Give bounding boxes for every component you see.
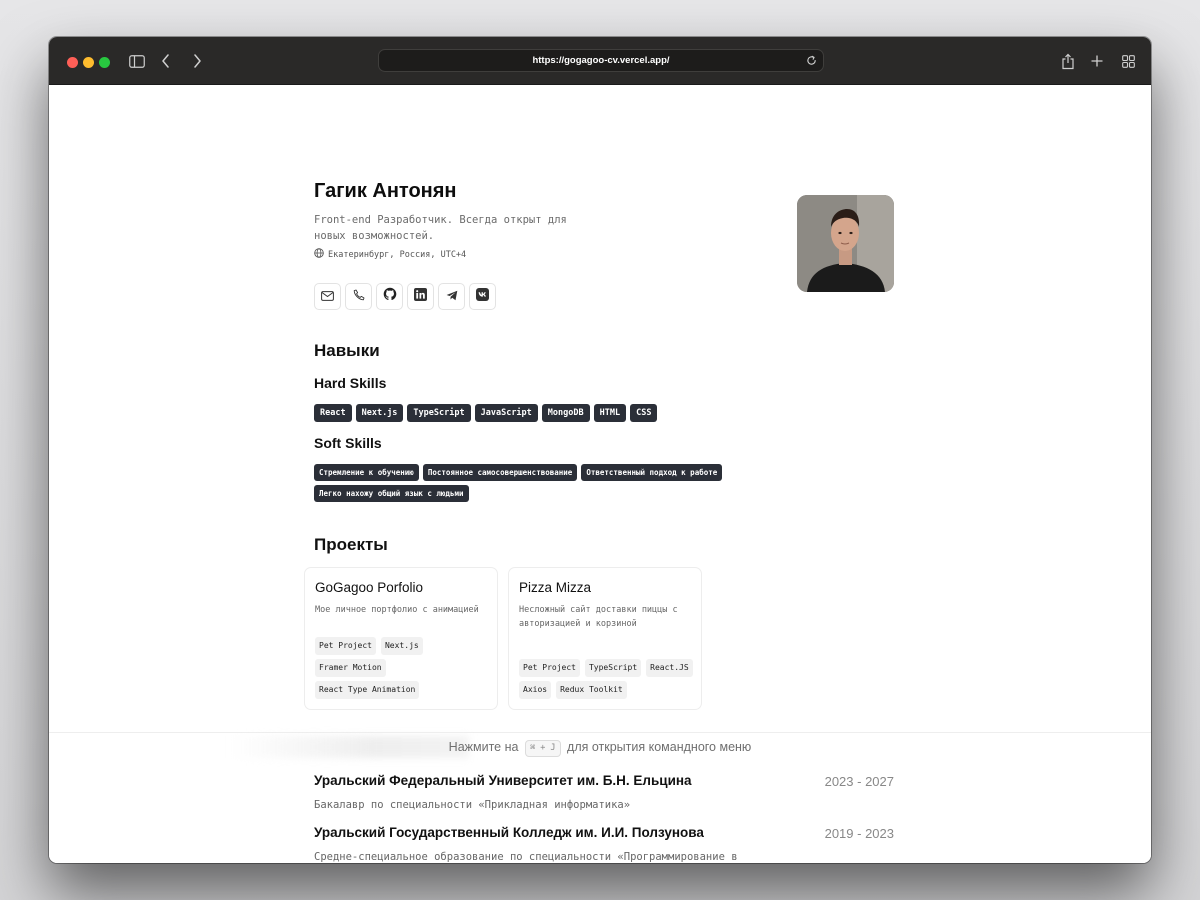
education-years: 2019 - 2023 xyxy=(824,826,894,841)
skill-badge: JavaScript xyxy=(474,404,538,422)
browser-toolbar: https://gogagoo-cv.vercel.app/ xyxy=(49,37,1151,85)
command-hint-before: Нажмите на xyxy=(448,740,519,754)
education-years: 2023 - 2027 xyxy=(824,774,894,789)
hard-skills-heading: Hard Skills xyxy=(314,375,387,391)
projects-heading: Проекты xyxy=(314,535,388,554)
profile-name: Гагик Антонян xyxy=(314,180,457,202)
skill-badge: React xyxy=(314,404,352,422)
project-tags: Pet Project TypeScript React.JS Axios Re… xyxy=(519,659,697,699)
project-tag: React.JS xyxy=(646,659,693,677)
minimize-window-button[interactable] xyxy=(83,57,94,68)
soft-skills-list: Стремление к обучению Постоянное самосов… xyxy=(314,464,874,502)
contact-links xyxy=(314,283,496,310)
web-page: Гагик Антонян Front-end Разработчик. Все… xyxy=(49,85,1151,863)
project-title: Pizza Mizza xyxy=(519,580,592,595)
skill-badge: Next.js xyxy=(355,404,404,422)
sidebar-toggle-icon[interactable] xyxy=(127,51,147,71)
new-tab-icon[interactable] xyxy=(1087,51,1107,71)
address-bar[interactable]: https://gogagoo-cv.vercel.app/ xyxy=(378,49,824,72)
profile-about: Front-end Разработчик. Всегда открыт для… xyxy=(314,214,567,242)
location-text: Екатеринбург, Россия, UTC+4 xyxy=(328,249,467,260)
zoom-window-button[interactable] xyxy=(99,57,110,68)
github-icon xyxy=(383,287,397,306)
project-description: Мое личное портфолио с анимацией xyxy=(315,605,479,615)
skill-badge: Постоянное самосовершенствование xyxy=(422,464,578,481)
skill-badge: TypeScript xyxy=(407,404,471,422)
project-tag: Pet Project xyxy=(519,659,580,677)
back-icon[interactable] xyxy=(156,51,176,71)
tab-overview-icon[interactable] xyxy=(1118,51,1138,71)
project-tag: TypeScript xyxy=(584,659,642,677)
avatar xyxy=(797,195,894,292)
vk-button[interactable] xyxy=(469,283,496,310)
skill-badge: HTML xyxy=(593,404,627,422)
skill-badge: Стремление к обучению xyxy=(314,464,419,481)
browser-window: https://gogagoo-cv.vercel.app/ Гагик Ант… xyxy=(49,37,1151,863)
globe-icon xyxy=(314,248,324,261)
email-button[interactable] xyxy=(314,283,341,310)
project-tag: Axios xyxy=(519,681,552,699)
education-description: Бакалавр по специальности «Прикладная ин… xyxy=(314,799,631,811)
project-tag: Redux Toolkit xyxy=(556,681,627,699)
reload-icon[interactable] xyxy=(803,52,819,68)
hard-skills-list: React Next.js TypeScript JavaScript Mong… xyxy=(314,404,874,422)
mail-icon xyxy=(321,288,334,306)
project-card[interactable]: GoGagoo Porfolio Мое личное портфолио с … xyxy=(304,567,498,710)
forward-icon[interactable] xyxy=(187,51,207,71)
project-tag: Next.js xyxy=(380,637,423,655)
phone-icon xyxy=(353,288,365,306)
phone-button[interactable] xyxy=(345,283,372,310)
skill-badge: Легко нахожу общий язык с людьми xyxy=(314,485,469,502)
skill-badge: CSS xyxy=(630,404,658,422)
linkedin-icon xyxy=(414,287,427,306)
close-window-button[interactable] xyxy=(67,57,78,68)
project-tag: React Type Animation xyxy=(315,681,420,699)
skills-heading: Навыки xyxy=(314,341,380,360)
education-title: Уральский Государственный Колледж им. И.… xyxy=(314,825,704,840)
command-menu-hint[interactable]: Нажмите на ⌘ + J для открытия командного… xyxy=(49,732,1151,760)
education-description: Средне-специальное образование по специа… xyxy=(314,851,738,863)
skill-badge: Ответственный подход к работе xyxy=(581,464,723,481)
command-hint-after: для открытия командного меню xyxy=(567,740,752,754)
share-icon[interactable] xyxy=(1058,51,1078,71)
telegram-button[interactable] xyxy=(438,283,465,310)
project-tags: Pet Project Next.js Framer Motion React … xyxy=(315,637,493,699)
project-description: Несложный сайт доставки пиццы с авториза… xyxy=(519,605,678,629)
project-card[interactable]: Pizza Mizza Несложный сайт доставки пицц… xyxy=(508,567,702,710)
soft-skills-heading: Soft Skills xyxy=(314,435,382,451)
profile-location[interactable]: Екатеринбург, Россия, UTC+4 xyxy=(314,248,466,261)
project-tag: Pet Project xyxy=(315,637,376,655)
github-button[interactable] xyxy=(376,283,403,310)
skill-badge: MongoDB xyxy=(541,404,590,422)
education-title: Уральский Федеральный Университет им. Б.… xyxy=(314,773,692,788)
project-title: GoGagoo Porfolio xyxy=(315,580,424,595)
url-text[interactable]: https://gogagoo-cv.vercel.app/ xyxy=(379,50,823,71)
project-tag: Framer Motion xyxy=(315,659,386,677)
telegram-icon xyxy=(446,288,458,306)
linkedin-button[interactable] xyxy=(407,283,434,310)
keyboard-shortcut: ⌘ + J xyxy=(524,740,561,757)
vk-icon xyxy=(476,287,489,306)
